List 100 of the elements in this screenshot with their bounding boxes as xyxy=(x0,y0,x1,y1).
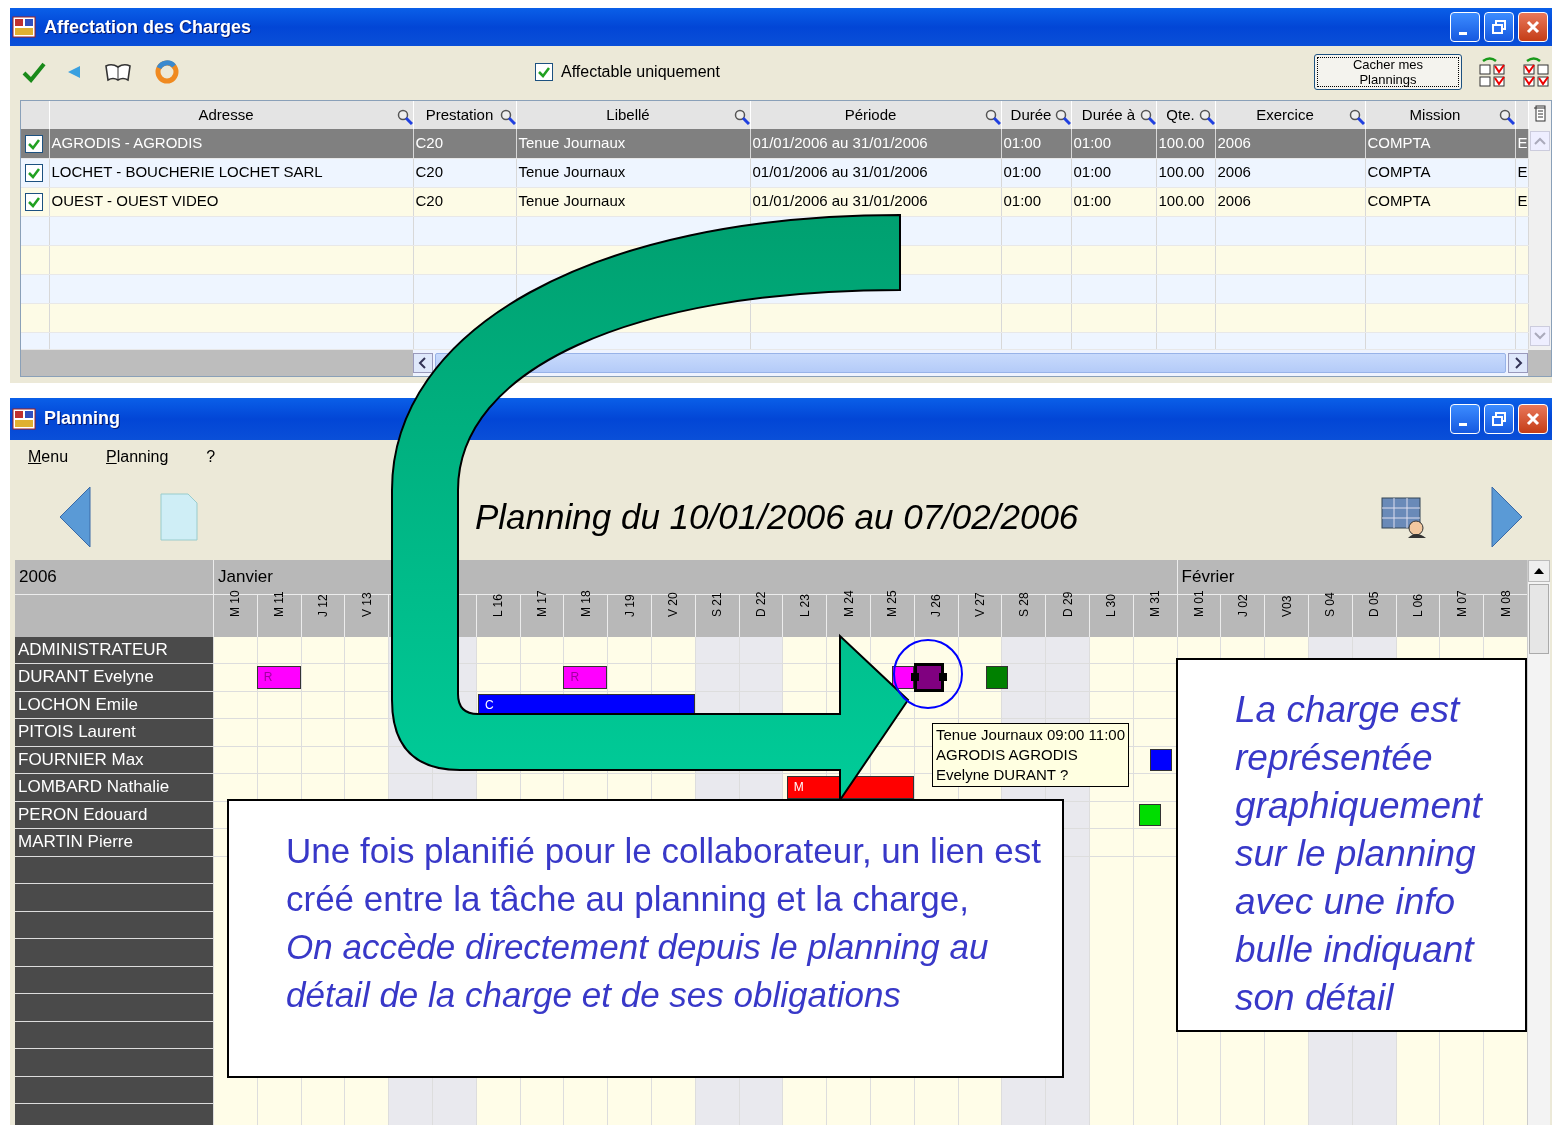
resource-name[interactable]: DURANT Evelyne xyxy=(18,667,154,686)
tooltip-line: Tenue Journaux 09:00 11:00 xyxy=(936,725,1126,745)
search-icon[interactable] xyxy=(1054,109,1070,125)
day-label: L 16 xyxy=(490,593,507,617)
scroll-left-icon[interactable] xyxy=(413,352,433,373)
scroll-right-icon[interactable] xyxy=(1508,352,1528,373)
month-label: Février xyxy=(1181,565,1235,588)
table-cell: E xyxy=(1517,163,1527,181)
window-title: Affectation des Charges xyxy=(44,15,253,39)
menu-item[interactable]: Planning xyxy=(106,445,169,469)
book-icon[interactable] xyxy=(104,62,132,82)
checkbox-grid-icon[interactable] xyxy=(1478,56,1506,88)
resource-name[interactable]: ADMINISTRATEUR xyxy=(18,639,168,659)
table-cell: Tenue Journaux xyxy=(518,134,626,151)
resource-name[interactable]: PITOIS Laurent xyxy=(18,722,136,741)
search-icon[interactable] xyxy=(1498,109,1514,125)
scroll-up-icon[interactable] xyxy=(1528,559,1550,582)
table-cell: C20 xyxy=(415,192,444,210)
day-label: M 18 xyxy=(577,589,594,617)
table-cell: 100.00 xyxy=(1158,163,1205,181)
day-label: M 17 xyxy=(533,589,550,617)
day-label: V 27 xyxy=(971,591,988,617)
resource-row-header[interactable]: PITOIS Laurent xyxy=(15,719,213,747)
restore-icon xyxy=(1492,20,1506,34)
restore-button[interactable] xyxy=(1484,12,1514,42)
ring-icon[interactable] xyxy=(154,59,180,85)
day-label: V 20 xyxy=(665,591,682,617)
table-cell: 01/01/2006 au 31/01/2006 xyxy=(752,134,928,151)
table-cell: 100.00 xyxy=(1158,192,1205,210)
column-header[interactable]: Adresse xyxy=(198,105,254,123)
resource-row-header[interactable]: DURANT Evelyne xyxy=(15,664,213,692)
restore-button[interactable] xyxy=(1484,403,1514,434)
resource-name[interactable]: LOCHON Emile xyxy=(18,694,138,714)
table-cell: LOCHET - BOUCHERIE LOCHET SARL xyxy=(51,163,323,181)
table-cell: C20 xyxy=(415,134,444,151)
day-label: L 06 xyxy=(1409,593,1426,617)
hide-plannings-button[interactable]: Cacher mes Plannings xyxy=(1314,54,1462,90)
resource-name[interactable]: PERON Edouard xyxy=(18,804,148,824)
resource-row-header[interactable]: ADMINISTRATEUR xyxy=(15,636,213,664)
resource-name[interactable]: LOMBARD Nathalie xyxy=(18,777,170,796)
restore-icon xyxy=(1492,411,1506,426)
day-label: M 25 xyxy=(884,589,901,617)
booking-bar[interactable] xyxy=(913,663,945,692)
previous-arrow-icon[interactable] xyxy=(58,485,92,549)
close-icon xyxy=(1526,411,1540,426)
table-cell: OUEST - OUEST VIDEO xyxy=(51,192,219,210)
checkbox-grid-icon[interactable] xyxy=(1522,56,1550,88)
vertical-scrollbar[interactable] xyxy=(1527,559,1550,1125)
menu-item[interactable]: ? xyxy=(206,445,216,469)
search-icon[interactable] xyxy=(499,109,515,125)
app-icon xyxy=(12,406,36,431)
table-cell: 01:00 xyxy=(1003,192,1042,210)
search-icon[interactable] xyxy=(733,109,749,125)
resource-row-header[interactable]: PERON Edouard xyxy=(15,801,213,829)
resource-row-header[interactable]: FOURNIER Max xyxy=(15,746,213,774)
close-button[interactable] xyxy=(1518,403,1548,434)
resource-row-header[interactable]: LOCHON Emile xyxy=(15,691,213,719)
minimize-button[interactable] xyxy=(1450,403,1480,434)
highlight-circle xyxy=(893,639,963,709)
resource-name[interactable]: MARTIN Pierre xyxy=(18,832,133,851)
row-checkbox[interactable] xyxy=(25,135,43,154)
day-label: M 11 xyxy=(271,590,288,617)
day-label: J 26 xyxy=(928,593,945,617)
day-label: D 22 xyxy=(752,591,769,617)
column-chooser-icon[interactable] xyxy=(1532,105,1547,123)
calendar-person-icon[interactable] xyxy=(1380,494,1428,540)
menu-item[interactable]: Menu xyxy=(28,445,69,469)
close-button[interactable] xyxy=(1518,12,1548,42)
resource-row-header[interactable]: LOMBARD Nathalie xyxy=(15,774,213,802)
day-label: L 30 xyxy=(1103,593,1120,617)
table-cell: 01:00 xyxy=(1073,163,1112,181)
table-row[interactable]: LOCHET - BOUCHERIE LOCHET SARL C20 Tenue Journaux 01/01/2006 au 31/01/2006 01:00 01:00 100.00 2006 COMPTA E xyxy=(21,158,1528,187)
column-header[interactable]: Libellé xyxy=(606,105,650,123)
day-label: M 31 xyxy=(1147,589,1164,617)
tooltip-line: Evelyne DURANT ? xyxy=(936,765,1070,785)
search-icon[interactable] xyxy=(396,109,412,125)
booking-bar[interactable]: M xyxy=(786,776,914,799)
resource-name[interactable]: FOURNIER Max xyxy=(18,749,144,769)
checkmark-icon[interactable] xyxy=(22,61,46,83)
search-icon[interactable] xyxy=(1139,109,1155,125)
table-row[interactable]: OUEST - OUEST VIDEO C20 Tenue Journaux 01/01/2006 au 31/01/2006 01:00 01:00 100.00 2006 COMPTA E xyxy=(21,187,1528,216)
scroll-thumb[interactable] xyxy=(1529,583,1549,654)
checkbox[interactable] xyxy=(535,63,553,81)
table-row[interactable]: AGRODIS - AGRODIS C20 Tenue Journaux 01/01/2006 au 31/01/2006 01:00 01:00 100.00 2006 COMPTA E xyxy=(21,129,1528,158)
search-icon[interactable] xyxy=(1348,109,1364,125)
row-checkbox[interactable] xyxy=(25,193,43,212)
resource-row-header[interactable]: MARTIN Pierre xyxy=(15,829,213,857)
minimize-button[interactable] xyxy=(1450,12,1480,42)
table-cell: 2006 xyxy=(1217,192,1251,210)
search-icon[interactable] xyxy=(1198,109,1214,125)
day-label: M 10 xyxy=(227,589,244,617)
booking-bar[interactable] xyxy=(1139,803,1162,826)
day-label: L 23 xyxy=(796,593,813,617)
window-title: Planning xyxy=(44,407,121,430)
search-icon[interactable] xyxy=(984,109,1000,125)
callout-text: Une fois planifié pour le collaborateur, un lien est créé entre la tâche au planning et la charge, xyxy=(286,830,1042,920)
next-arrow-icon[interactable] xyxy=(1490,485,1524,549)
column-header[interactable]: Période xyxy=(844,105,897,123)
booking-bar[interactable] xyxy=(1150,748,1173,771)
row-checkbox[interactable] xyxy=(25,164,43,183)
